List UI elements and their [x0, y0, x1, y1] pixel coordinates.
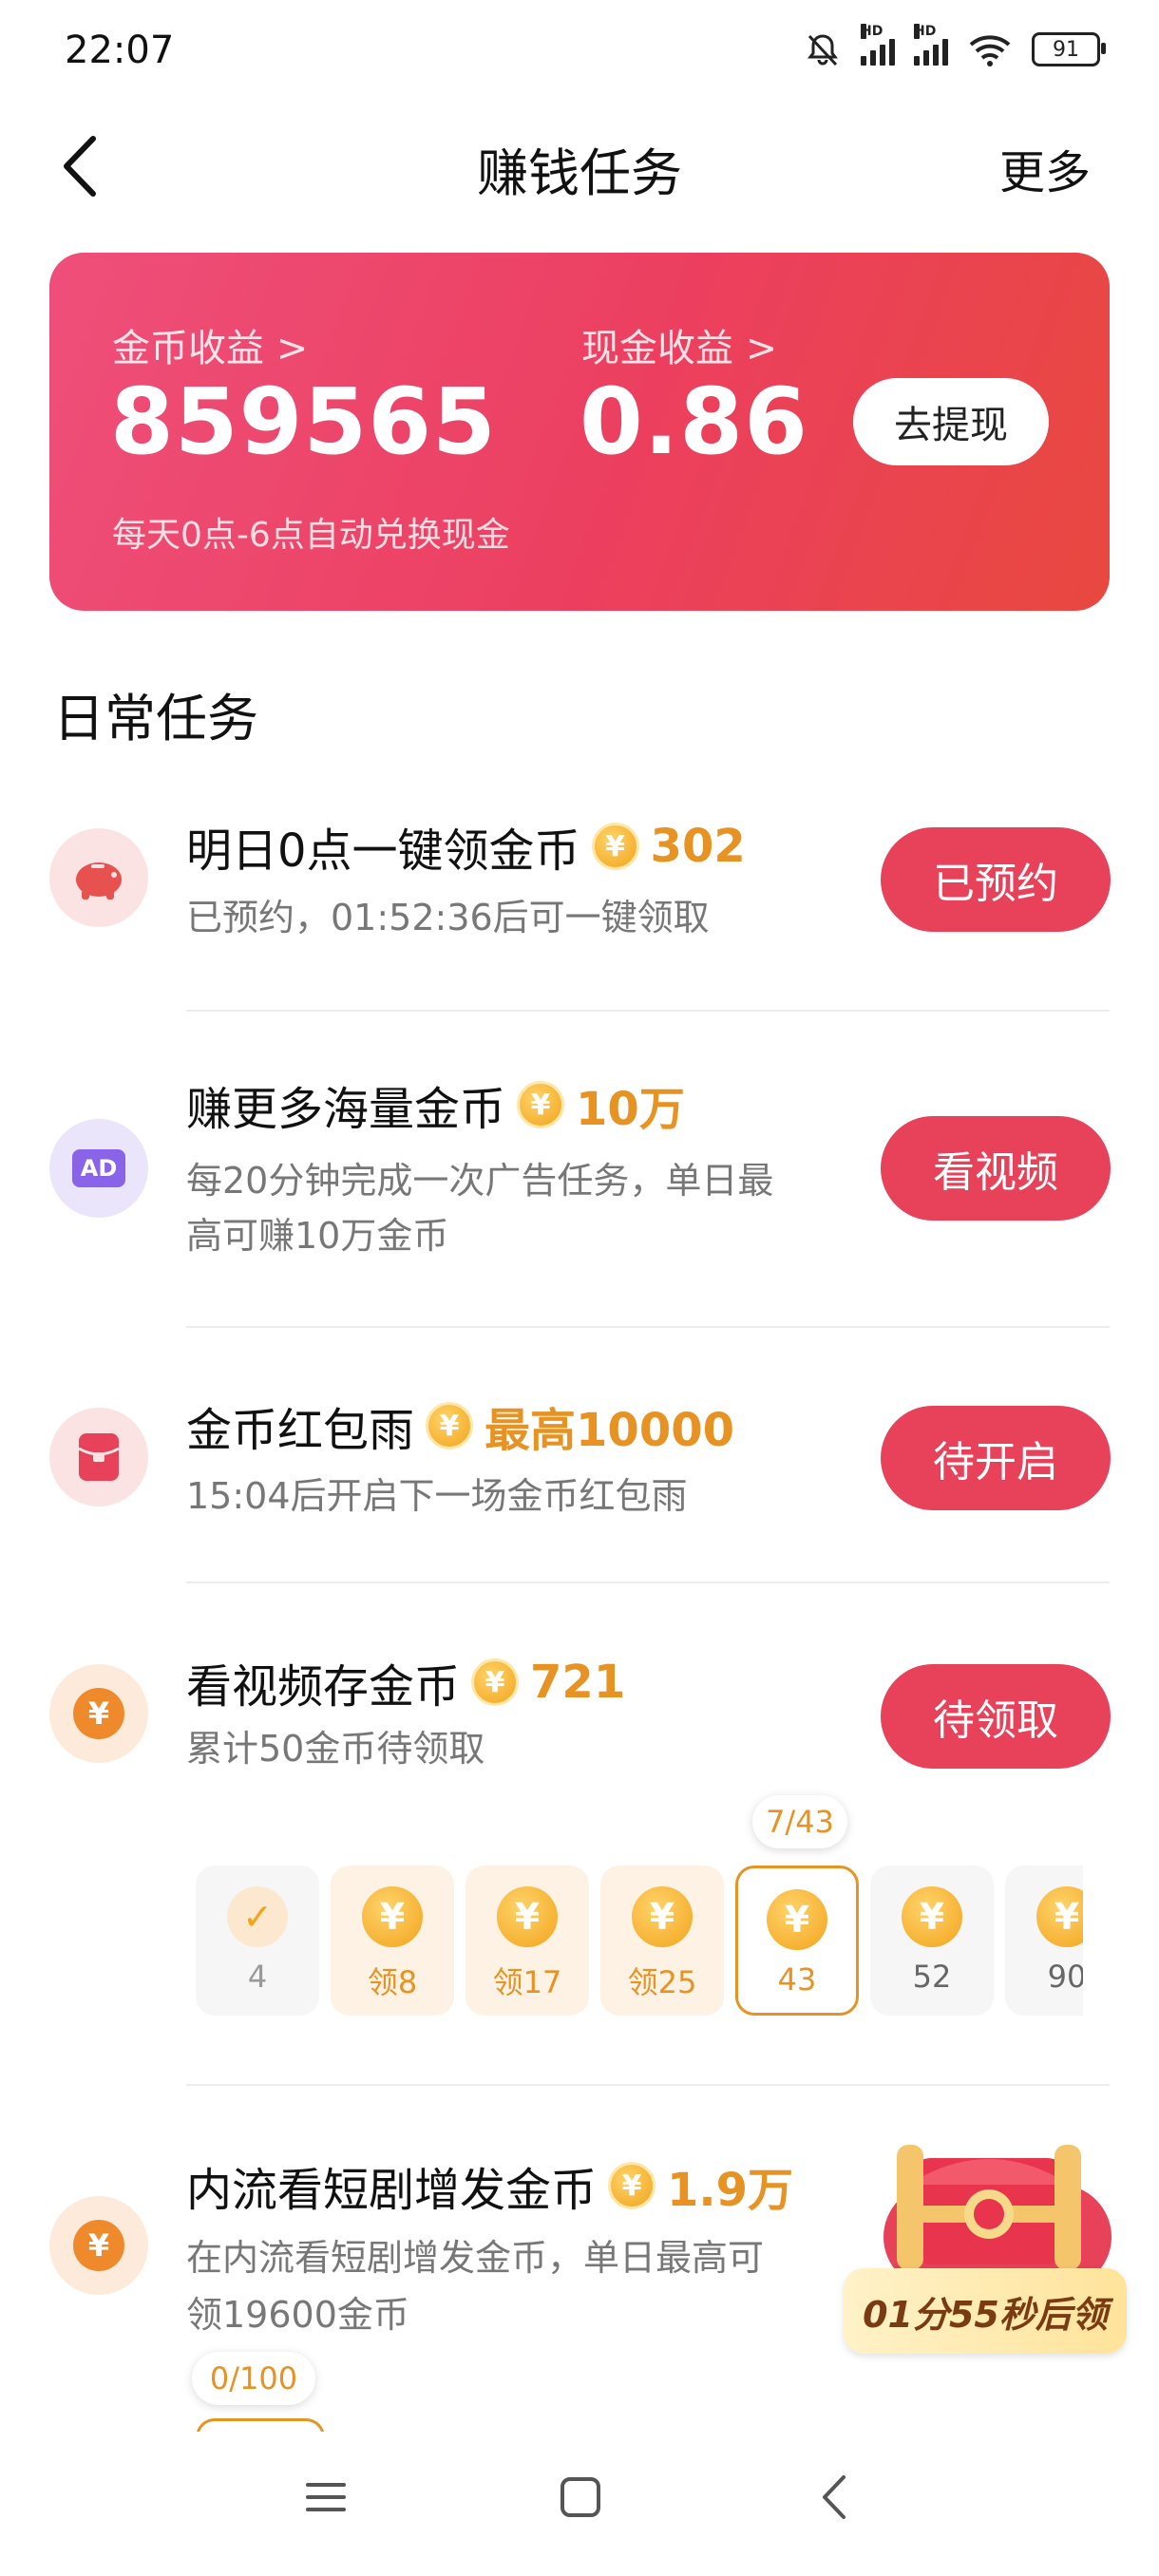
- step-item[interactable]: ¥ 领17: [466, 1866, 589, 2016]
- progress-bubble: 0/100: [192, 2352, 315, 2405]
- system-nav-bar: [0, 2432, 1159, 2576]
- task-description: 在内流看短剧增发金币，单日最高可: [186, 2237, 765, 2279]
- step-item: ¥ 52: [870, 1866, 994, 2016]
- back-icon[interactable]: [815, 2473, 853, 2525]
- divider: [186, 2084, 1110, 2086]
- step-item[interactable]: ¥ 领8: [331, 1866, 454, 2016]
- home-icon[interactable]: [557, 2473, 604, 2525]
- task-description: 领19600金币: [186, 2294, 409, 2336]
- step-item-current[interactable]: ¥ 43: [735, 1866, 859, 2016]
- countdown-label[interactable]: 01分55秒后领: [844, 2268, 1127, 2354]
- menu-icon[interactable]: [302, 2473, 350, 2525]
- task-title: 内流看短剧增发金币 ¥ 1.9万: [186, 2152, 793, 2219]
- task-reward: 1.9万: [667, 2164, 794, 2217]
- coin-icon: ¥: [902, 1886, 962, 1947]
- check-icon: ✓: [227, 1886, 288, 1947]
- coin-icon: ¥: [608, 2162, 656, 2209]
- coin-icon: ¥: [49, 2196, 148, 2295]
- coin-icon: ¥: [632, 1886, 693, 1947]
- coin-icon: ¥: [497, 1886, 558, 1947]
- step-item[interactable]: ¥ 领25: [600, 1866, 724, 2016]
- step-item: ✓ 4: [196, 1866, 319, 2016]
- coin-icon: ¥: [362, 1886, 423, 1947]
- coin-icon: ¥: [767, 1889, 827, 1950]
- coin-icon: ¥: [1036, 1886, 1083, 1947]
- task-title-text: 内流看短剧增发金币: [186, 2164, 598, 2217]
- step-item: ¥ 90: [1005, 1866, 1083, 2016]
- treasure-chest-icon[interactable]: [884, 2114, 1094, 2278]
